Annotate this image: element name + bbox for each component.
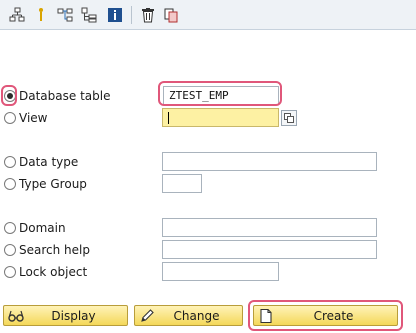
data-type-label: Data type	[19, 155, 79, 169]
view-input[interactable]	[162, 108, 279, 127]
display-button[interactable]: Display	[3, 305, 128, 326]
copy-icon[interactable]	[160, 4, 182, 26]
new-document-icon	[258, 308, 274, 324]
delete-icon[interactable]	[137, 4, 159, 26]
view-label: View	[19, 111, 48, 125]
type-group-radio[interactable]	[4, 178, 16, 190]
data-type-input[interactable]	[162, 152, 377, 171]
application-toolbar	[0, 0, 416, 30]
information-icon[interactable]	[104, 4, 126, 26]
lock-object-label: Lock object	[19, 265, 88, 279]
toolbar-separator	[131, 6, 132, 24]
hierarchy-icon[interactable]	[6, 4, 28, 26]
search-help-input[interactable]	[162, 240, 377, 259]
value-help-icon[interactable]	[281, 110, 297, 126]
domain-radio[interactable]	[4, 222, 16, 234]
search-help-label: Search help	[19, 243, 90, 257]
pencil-icon	[139, 308, 155, 324]
text-cursor	[168, 112, 169, 124]
where-used-icon[interactable]	[54, 4, 76, 26]
data-type-radio[interactable]	[4, 156, 16, 168]
db-table-input[interactable]: ZTEST_EMP	[163, 86, 279, 105]
lock-object-radio[interactable]	[4, 266, 16, 278]
create-button[interactable]: Create	[253, 305, 398, 326]
domain-input[interactable]	[162, 218, 377, 237]
object-list-icon[interactable]	[78, 4, 100, 26]
view-radio[interactable]	[4, 112, 16, 124]
type-group-label: Type Group	[19, 177, 87, 191]
info-pin-icon[interactable]	[30, 4, 52, 26]
create-button-label: Create	[313, 308, 354, 323]
type-group-input[interactable]	[162, 174, 202, 193]
lock-object-input[interactable]	[162, 262, 279, 281]
search-help-radio[interactable]	[4, 244, 16, 256]
domain-label: Domain	[19, 221, 66, 235]
db-table-label: Database table	[19, 89, 111, 103]
db-table-radio[interactable]	[4, 90, 16, 102]
change-button[interactable]: Change	[134, 305, 243, 326]
glasses-icon	[8, 308, 24, 324]
